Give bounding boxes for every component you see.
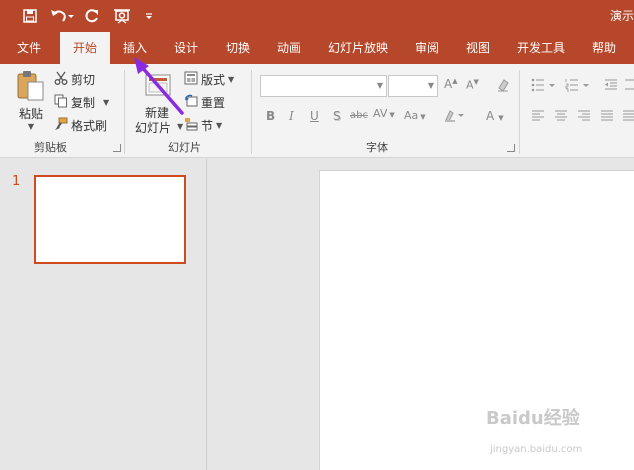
tab-developer[interactable]: 开发工具 <box>508 32 574 64</box>
font-group-label: 字体 <box>366 141 388 154</box>
presenter-icon[interactable] <box>110 5 134 27</box>
paste-label: 粘贴 <box>18 107 43 121</box>
italic-button[interactable]: I <box>289 109 294 123</box>
redo-icon[interactable] <box>82 5 102 27</box>
tab-help[interactable]: 帮助 <box>582 32 626 64</box>
layout-label: 版式 <box>201 73 226 87</box>
copy-icon <box>54 94 68 111</box>
powerpoint-window: 演示 文件 开始 插入 设计 切换 动画 幻灯片放映 审阅 视图 开发工具 帮助… <box>0 0 634 470</box>
customize-quick-access-icon[interactable] <box>142 5 156 27</box>
font-dialog-launcher-icon[interactable] <box>507 144 515 152</box>
character-spacing-button[interactable]: AV ▼ <box>373 107 395 120</box>
watermark-logo: Baidu经验 <box>486 408 580 429</box>
copy-label: 复制 <box>71 96 96 110</box>
font-name-combobox[interactable]: ▼ <box>260 75 387 97</box>
format-painter-label: 格式刷 <box>71 119 108 133</box>
strikethrough-button[interactable]: abc <box>350 110 368 121</box>
clipboard-group-label: 剪贴板 <box>34 141 67 154</box>
align-left-icon[interactable] <box>531 110 545 125</box>
increase-indent-icon[interactable] <box>624 78 634 95</box>
tab-home[interactable]: 开始 <box>60 32 110 64</box>
new-slide-icon[interactable] <box>140 72 174 100</box>
text-shadow-button[interactable]: S <box>333 109 341 123</box>
slides-group-label: 幻灯片 <box>168 141 201 154</box>
chevron-down-icon[interactable]: ▼ <box>377 81 383 90</box>
cut-label: 剪切 <box>71 73 96 87</box>
align-right-icon[interactable] <box>577 110 591 125</box>
increase-font-size-icon[interactable]: A▲ <box>444 77 458 91</box>
reset-button[interactable]: 重置 <box>184 94 225 111</box>
paste-icon <box>16 70 46 105</box>
tab-slideshow[interactable]: 幻灯片放映 <box>318 32 398 64</box>
group-divider <box>251 70 252 154</box>
scissors-icon <box>54 71 68 88</box>
slide-thumbnail[interactable] <box>34 175 186 264</box>
layout-button[interactable]: 版式 ▼ <box>184 71 234 88</box>
reset-label: 重置 <box>201 96 226 110</box>
tab-transitions[interactable]: 切换 <box>216 32 260 64</box>
section-dropdown-icon[interactable]: ▼ <box>216 121 222 130</box>
decrease-indent-icon[interactable] <box>604 78 618 95</box>
save-icon[interactable] <box>20 5 40 27</box>
tab-file[interactable]: 文件 <box>6 32 52 64</box>
font-color-icon[interactable]: A ▼ <box>486 109 504 123</box>
distributed-icon[interactable] <box>622 110 634 125</box>
ribbon: 粘贴 ▼ 剪切 复制 ▼ 格式刷 剪贴板 新建 幻灯片 ▼ 版式 ▼ 重置 节 … <box>0 64 634 158</box>
tab-insert[interactable]: 插入 <box>113 32 157 64</box>
change-case-label: Aa <box>404 109 419 122</box>
reset-icon <box>184 94 198 111</box>
justify-icon[interactable] <box>600 110 614 125</box>
watermark-url: jingyan.baidu.com <box>490 444 583 455</box>
new-slide-dropdown-icon[interactable]: ▼ <box>177 122 183 131</box>
format-painter-button[interactable]: 格式刷 <box>54 117 107 134</box>
font-size-combobox[interactable]: ▼ <box>388 75 438 97</box>
paste-button[interactable]: 粘贴 ▼ <box>14 70 48 131</box>
bullets-icon[interactable] <box>531 78 557 95</box>
tab-animations[interactable]: 动画 <box>266 32 312 64</box>
undo-icon[interactable] <box>48 5 76 27</box>
ribbon-tabs: 文件 开始 插入 设计 切换 动画 幻灯片放映 审阅 视图 开发工具 帮助 <box>0 32 634 64</box>
layout-icon <box>184 71 198 88</box>
align-center-icon[interactable] <box>554 110 568 125</box>
tab-design[interactable]: 设计 <box>164 32 208 64</box>
decrease-font-size-icon[interactable]: A▼ <box>466 78 479 92</box>
tab-review[interactable]: 审阅 <box>404 32 450 64</box>
tab-view[interactable]: 视图 <box>454 32 502 64</box>
character-spacing-label: AV <box>373 107 388 120</box>
clear-formatting-icon[interactable] <box>496 78 510 95</box>
change-case-button[interactable]: Aa ▼ <box>404 109 426 122</box>
bold-button[interactable]: B <box>266 109 275 123</box>
section-icon <box>184 117 198 134</box>
title-bar: 演示 <box>0 0 634 32</box>
numbering-icon[interactable] <box>565 78 591 95</box>
new-slide-label-bottom[interactable]: 幻灯片 <box>132 119 174 136</box>
section-button[interactable]: 节 ▼ <box>184 117 222 134</box>
copy-button[interactable]: 复制 ▼ <box>54 94 109 111</box>
underline-button[interactable]: U <box>310 109 319 123</box>
highlight-color-icon[interactable] <box>444 108 466 125</box>
clipboard-dialog-launcher-icon[interactable] <box>113 144 121 152</box>
document-title: 演示 <box>609 9 634 23</box>
chevron-down-icon[interactable]: ▼ <box>428 81 434 90</box>
paintbrush-icon <box>54 117 68 134</box>
slide-number: 1 <box>12 174 21 189</box>
layout-dropdown-icon[interactable]: ▼ <box>228 75 234 84</box>
paste-dropdown-icon[interactable]: ▼ <box>28 122 34 131</box>
cut-button[interactable]: 剪切 <box>54 71 95 88</box>
slide-canvas[interactable] <box>319 170 634 470</box>
group-divider <box>124 70 125 154</box>
copy-dropdown-icon[interactable]: ▼ <box>103 98 109 107</box>
group-divider <box>519 70 520 154</box>
section-label: 节 <box>201 119 214 133</box>
